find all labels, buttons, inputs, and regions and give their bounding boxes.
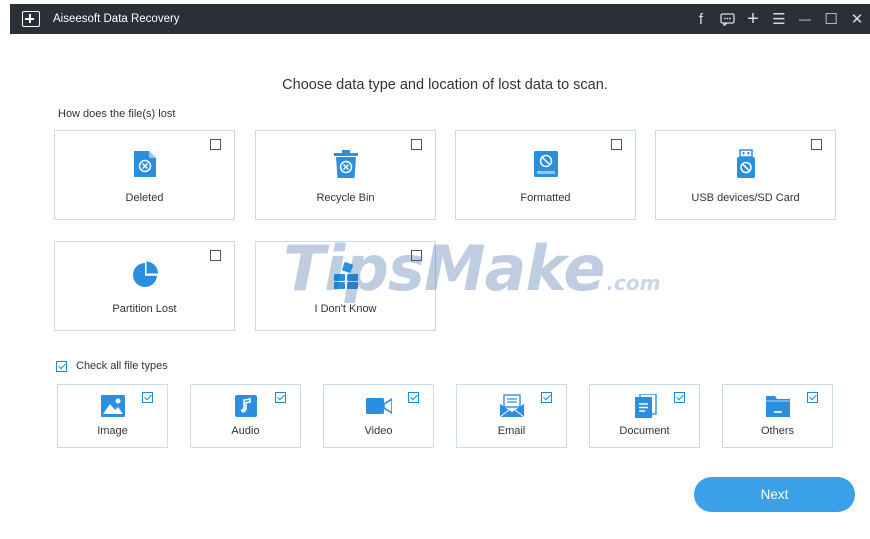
- video-icon: [365, 398, 392, 414]
- usb-drive-icon: [736, 149, 755, 178]
- checkbox[interactable]: [611, 139, 622, 150]
- type-label: Others: [760, 425, 794, 437]
- option-i-dont-know[interactable]: I Don't Know: [255, 241, 436, 331]
- watermark-suffix: .com: [606, 271, 661, 295]
- page-heading: Choose data type and location of lost da…: [282, 77, 608, 93]
- type-label: Email: [497, 425, 526, 437]
- type-image[interactable]: Image: [57, 384, 168, 448]
- next-button[interactable]: Next: [694, 477, 855, 512]
- type-video[interactable]: Video: [323, 384, 434, 448]
- formatted-drive-icon: [533, 151, 558, 177]
- checkbox[interactable]: [210, 139, 221, 150]
- option-partition-lost[interactable]: Partition Lost: [54, 241, 235, 331]
- type-document[interactable]: Document: [589, 384, 700, 448]
- checkbox[interactable]: [408, 392, 419, 403]
- recycle-bin-icon: [333, 150, 358, 178]
- deleted-file-icon: [133, 151, 156, 177]
- close-icon[interactable]: ✕: [844, 4, 870, 34]
- checkbox[interactable]: [411, 250, 422, 261]
- facebook-icon[interactable]: f: [688, 4, 714, 34]
- checkbox[interactable]: [275, 392, 286, 403]
- unknown-blocks-icon: [333, 262, 358, 289]
- loss-section-label: How does the file(s) lost: [58, 108, 176, 120]
- check-all-label: Check all file types: [76, 360, 168, 372]
- audio-icon: [234, 395, 257, 417]
- document-icon: [634, 394, 657, 418]
- checkbox[interactable]: [541, 392, 552, 403]
- checkbox[interactable]: [142, 392, 153, 403]
- type-label: Audio: [231, 425, 260, 437]
- check-all-checkbox[interactable]: [56, 360, 67, 372]
- type-audio[interactable]: Audio: [190, 384, 301, 448]
- type-label: Video: [364, 425, 393, 437]
- app-logo-icon: [22, 11, 40, 27]
- type-email[interactable]: Email: [456, 384, 567, 448]
- checkbox[interactable]: [674, 392, 685, 403]
- image-icon: [100, 395, 125, 417]
- option-label: Deleted: [125, 192, 164, 204]
- minimize-icon[interactable]: —: [792, 4, 818, 34]
- option-recycle-bin[interactable]: Recycle Bin: [255, 130, 436, 220]
- plus-icon[interactable]: +: [740, 4, 766, 34]
- type-label: Document: [619, 425, 670, 437]
- checkbox[interactable]: [210, 250, 221, 261]
- title-bar: Aiseesoft Data Recovery f + ☰ — ☐ ✕: [10, 4, 870, 34]
- option-label: Partition Lost: [112, 303, 177, 315]
- folder-icon: [765, 396, 790, 417]
- checkbox[interactable]: [411, 139, 422, 150]
- type-label: Image: [97, 425, 128, 437]
- option-label: USB devices/SD Card: [691, 192, 800, 204]
- option-deleted[interactable]: Deleted: [54, 130, 235, 220]
- option-label: Formatted: [520, 192, 571, 204]
- feedback-icon[interactable]: [714, 4, 740, 34]
- option-formatted[interactable]: Formatted: [455, 130, 636, 220]
- menu-icon[interactable]: ☰: [766, 4, 792, 34]
- partition-pie-icon: [132, 261, 158, 287]
- check-all-file-types[interactable]: Check all file types: [56, 360, 168, 372]
- checkbox[interactable]: [807, 392, 818, 403]
- option-usb-sd-card[interactable]: USB devices/SD Card: [655, 130, 836, 220]
- app-title: Aiseesoft Data Recovery: [53, 13, 180, 25]
- maximize-icon[interactable]: ☐: [818, 4, 844, 34]
- window-controls: f + ☰ — ☐ ✕: [688, 4, 870, 34]
- type-others[interactable]: Others: [722, 384, 833, 448]
- option-label: I Don't Know: [314, 303, 377, 315]
- checkbox[interactable]: [811, 139, 822, 150]
- option-label: Recycle Bin: [316, 192, 375, 204]
- email-icon: [499, 394, 524, 418]
